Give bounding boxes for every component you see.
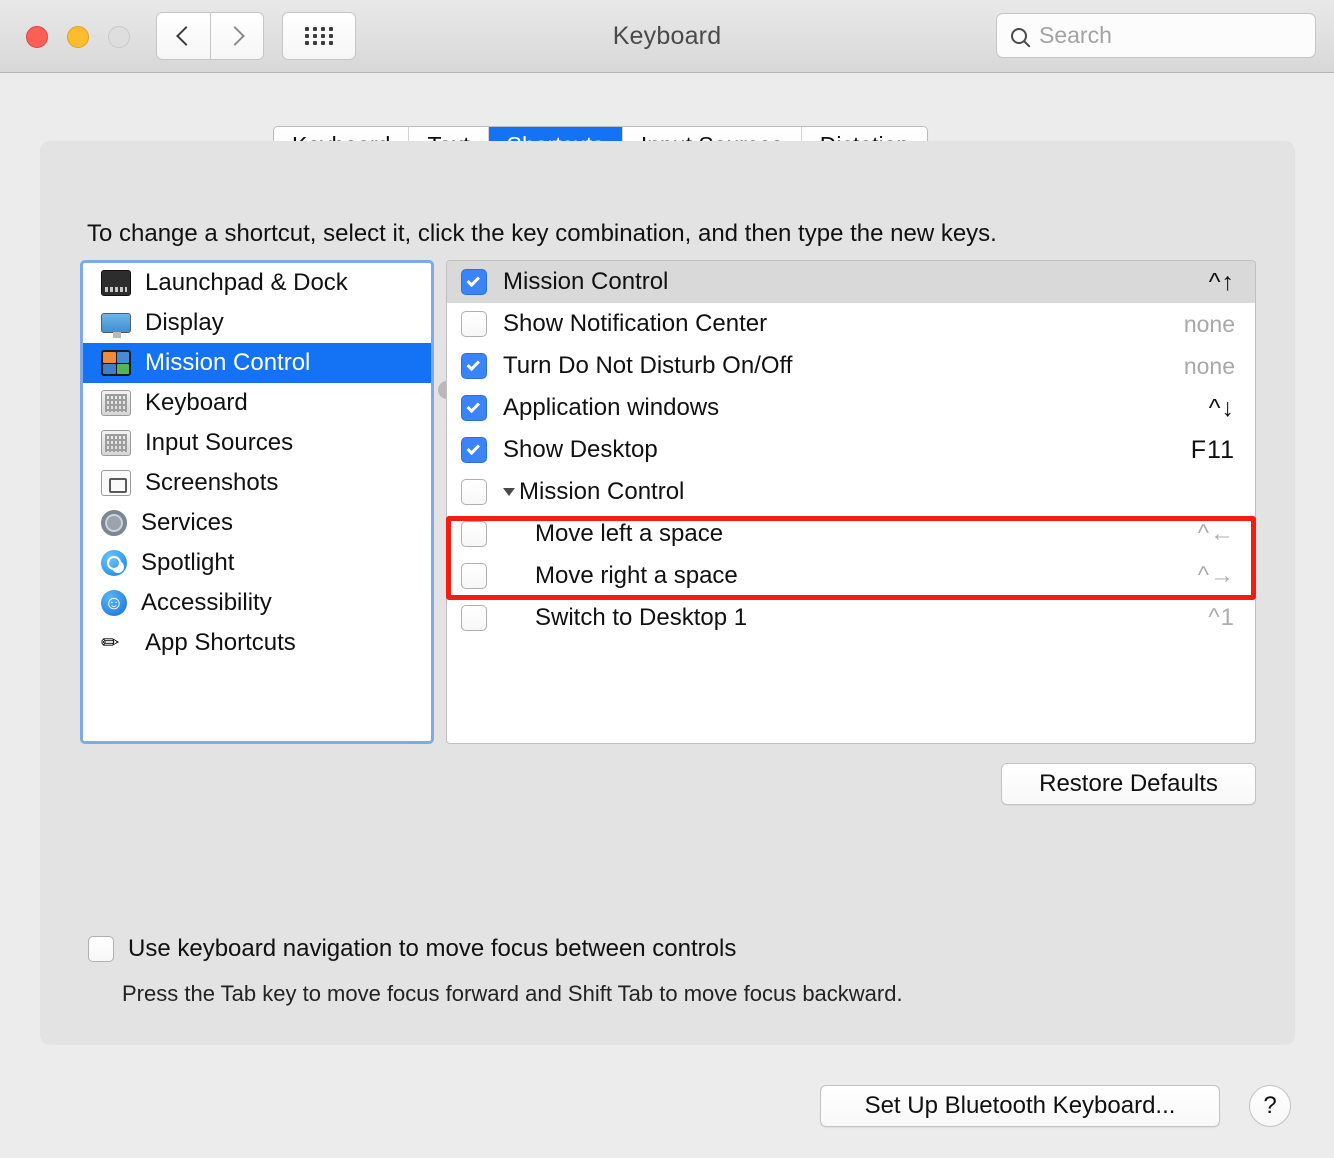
sidebar-item-label: Display	[145, 309, 224, 336]
search-icon	[1011, 27, 1027, 44]
shortcut-name: Turn Do Not Disturb On/Off	[503, 352, 793, 379]
sidebar-item-app-shortcuts[interactable]: ✏ App Shortcuts	[83, 623, 431, 663]
sidebar-item-label: Screenshots	[145, 469, 279, 496]
keyboard-navigation-label: Use keyboard navigation to move focus be…	[128, 935, 737, 962]
table-row[interactable]: Show Desktop F11	[447, 429, 1255, 471]
sidebar-item-label: Services	[141, 509, 234, 536]
launchpad-dock-icon	[101, 270, 131, 296]
shortcut-checkbox[interactable]	[461, 521, 487, 547]
sidebar-item-input-sources[interactable]: Input Sources	[83, 423, 431, 463]
shortcut-key[interactable]: ^←	[1198, 520, 1235, 548]
shortcuts-panel: To change a shortcut, select it, click t…	[40, 141, 1295, 1045]
sidebar-item-keyboard[interactable]: Keyboard	[83, 383, 431, 423]
shortcuts-list[interactable]: Mission Control ^↑ Show Notification Cen…	[446, 260, 1256, 744]
sidebar-item-label: App Shortcuts	[145, 629, 296, 656]
table-row[interactable]: Application windows ^↓	[447, 387, 1255, 429]
sidebar-item-label: Accessibility	[141, 589, 272, 616]
sidebar-item-spotlight[interactable]: Spotlight	[83, 543, 431, 583]
shortcut-checkbox[interactable]	[461, 269, 487, 295]
accessibility-icon: ☺	[101, 590, 127, 616]
shortcut-checkbox[interactable]	[461, 563, 487, 589]
app-shortcuts-icon: ✏	[101, 630, 120, 655]
shortcut-key[interactable]: ^→	[1198, 562, 1235, 590]
shortcut-checkbox[interactable]	[461, 479, 487, 505]
table-row[interactable]: Show Notification Center none	[447, 303, 1255, 345]
restore-defaults-button[interactable]: Restore Defaults	[1001, 763, 1256, 805]
sidebar-item-label: Launchpad & Dock	[145, 269, 348, 296]
keyboard-navigation-row: Use keyboard navigation to move focus be…	[88, 935, 736, 963]
shortcut-name: Show Notification Center	[503, 310, 768, 337]
table-row[interactable]: Switch to Desktop 1 ^1	[447, 597, 1255, 639]
sidebar-item-services[interactable]: Services	[83, 503, 431, 543]
display-icon	[101, 313, 131, 338]
table-row[interactable]: Move left a space ^←	[447, 513, 1255, 555]
services-gear-icon	[101, 510, 127, 536]
spotlight-icon	[101, 550, 127, 576]
table-row[interactable]: Turn Do Not Disturb On/Off none	[447, 345, 1255, 387]
shortcut-checkbox[interactable]	[461, 311, 487, 337]
mission-control-icon	[101, 350, 131, 376]
sidebar-item-label: Spotlight	[141, 549, 235, 576]
set-up-bluetooth-keyboard-button[interactable]: Set Up Bluetooth Keyboard...	[820, 1085, 1220, 1127]
shortcut-name: Switch to Desktop 1	[535, 604, 748, 631]
shortcut-checkbox[interactable]	[461, 353, 487, 379]
shortcut-key[interactable]: ^1	[1208, 604, 1235, 632]
shortcut-checkbox[interactable]	[461, 605, 487, 631]
shortcut-key[interactable]: none	[1184, 353, 1235, 380]
sidebar-item-accessibility[interactable]: ☺ Accessibility	[83, 583, 431, 623]
sidebar-item-mission-control[interactable]: Mission Control	[83, 343, 431, 383]
shortcut-checkbox[interactable]	[461, 395, 487, 421]
shortcut-name: Move left a space	[535, 520, 724, 547]
input-sources-icon	[101, 430, 131, 456]
search-field[interactable]: Search	[996, 13, 1316, 58]
table-row[interactable]: Move right a space ^→	[447, 555, 1255, 597]
shortcut-checkbox[interactable]	[461, 437, 487, 463]
shortcut-key[interactable]: ^↓	[1209, 394, 1235, 423]
shortcut-name: Application windows	[503, 394, 720, 421]
shortcut-name: Move right a space	[535, 562, 738, 589]
shortcut-categories-list[interactable]: Launchpad & Dock Display Mission Control…	[80, 260, 434, 744]
search-placeholder: Search	[1039, 22, 1112, 48]
shortcut-key[interactable]: ^↑	[1209, 268, 1235, 297]
shortcut-name: Show Desktop	[503, 436, 658, 463]
shortcut-key[interactable]: none	[1184, 311, 1235, 338]
chevron-down-icon[interactable]	[503, 488, 515, 496]
window-titlebar: Keyboard Search	[0, 0, 1334, 73]
sidebar-item-label: Mission Control	[145, 349, 311, 376]
sidebar-item-screenshots[interactable]: Screenshots	[83, 463, 431, 503]
instruction-text: To change a shortcut, select it, click t…	[87, 220, 997, 247]
sidebar-item-display[interactable]: Display	[83, 303, 431, 343]
screenshots-icon	[101, 470, 131, 496]
sidebar-item-label: Keyboard	[145, 389, 248, 416]
shortcut-group-name: Mission Control	[519, 478, 685, 505]
sidebar-item-launchpad-dock[interactable]: Launchpad & Dock	[83, 263, 431, 303]
keyboard-navigation-checkbox[interactable]	[88, 936, 114, 962]
shortcut-name: Mission Control	[503, 268, 669, 295]
keyboard-icon	[101, 390, 131, 416]
table-row-group[interactable]: Mission Control	[447, 471, 1255, 513]
sidebar-item-label: Input Sources	[145, 429, 294, 456]
shortcut-key[interactable]: F11	[1191, 436, 1235, 465]
table-row[interactable]: Mission Control ^↑	[447, 261, 1255, 303]
help-button[interactable]: ?	[1249, 1085, 1291, 1127]
keyboard-navigation-description: Press the Tab key to move focus forward …	[122, 981, 903, 1006]
